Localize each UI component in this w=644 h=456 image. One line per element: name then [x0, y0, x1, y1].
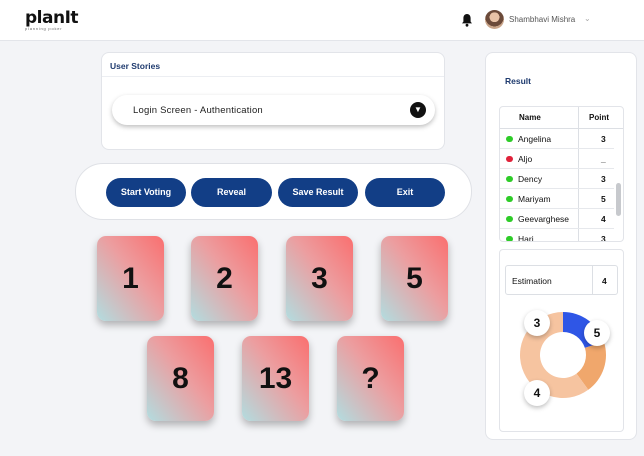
status-dot — [506, 156, 513, 162]
chart-label-3: 3 — [524, 310, 550, 336]
vote-card-1[interactable]: 1 — [97, 236, 164, 321]
status-dot — [506, 216, 513, 222]
table-scrollbar-thumb[interactable] — [616, 183, 621, 216]
reveal-button[interactable]: Reveal — [191, 178, 272, 207]
vote-card-2[interactable]: 2 — [191, 236, 258, 321]
table-row: Dency 3 — [500, 169, 614, 189]
vote-card-13[interactable]: 13 — [242, 336, 309, 421]
status-dot — [506, 236, 513, 241]
user-story-select[interactable]: Login Screen - Authentication ▼ — [112, 95, 435, 125]
column-name-header: Name — [519, 113, 541, 122]
result-panel: Result Name Point Angelina 3 Aljo _ Denc… — [485, 52, 637, 440]
participant-point: 4 — [601, 214, 606, 224]
chart-label-4: 4 — [524, 380, 550, 406]
vote-card-8[interactable]: 8 — [147, 336, 214, 421]
participant-name: Angelina — [518, 134, 552, 144]
participant-point: 3 — [601, 134, 606, 144]
table-row: Angelina 3 — [500, 129, 614, 149]
column-point-header: Point — [589, 113, 609, 122]
table-row: Mariyam 5 — [500, 189, 614, 209]
estimation-box: Estimation 4 3 5 4 — [499, 249, 624, 432]
participant-name: Aljo — [518, 154, 533, 164]
participant-point: 3 — [601, 174, 606, 184]
app-logo[interactable]: planIt planning poker — [25, 8, 79, 31]
table-row: Aljo _ — [500, 149, 614, 169]
action-bar: Start Voting Reveal Save Result Exit — [75, 163, 472, 220]
status-dot — [506, 196, 513, 202]
top-bar: planIt planning poker Shambhavi Mishra ⌄ — [0, 0, 644, 41]
participant-point: _ — [601, 154, 606, 164]
logo-text: planIt — [25, 8, 79, 28]
vote-card-unknown[interactable]: ? — [337, 336, 404, 421]
status-dot — [506, 136, 513, 142]
chevron-down-icon[interactable]: ▼ — [410, 102, 426, 118]
save-result-button[interactable]: Save Result — [278, 178, 358, 207]
divider — [102, 76, 444, 77]
participant-name: Hari — [518, 234, 534, 242]
participant-point: 5 — [601, 194, 606, 204]
status-dot — [506, 176, 513, 182]
vote-card-3[interactable]: 3 — [286, 236, 353, 321]
selected-user-story: Login Screen - Authentication — [133, 105, 263, 116]
user-name[interactable]: Shambhavi Mishra — [509, 15, 575, 24]
chevron-down-icon[interactable]: ⌄ — [584, 14, 591, 23]
exit-button[interactable]: Exit — [365, 178, 445, 207]
participant-name: Dency — [518, 174, 543, 184]
table-row: Hari 3 — [500, 229, 614, 242]
result-table: Name Point Angelina 3 Aljo _ Dency 3 Mar… — [499, 106, 624, 242]
avatar[interactable] — [485, 10, 504, 29]
vote-card-5[interactable]: 5 — [381, 236, 448, 321]
bell-icon[interactable] — [461, 13, 473, 27]
table-row: Geevarghese 4 — [500, 209, 614, 229]
participant-name: Geevarghese — [518, 214, 570, 224]
participant-name: Mariyam — [518, 194, 551, 204]
result-title: Result — [505, 76, 531, 86]
start-voting-button[interactable]: Start Voting — [106, 178, 186, 207]
user-stories-panel: User Stories Login Screen - Authenticati… — [101, 52, 445, 150]
table-header: Name Point — [500, 107, 623, 129]
participant-point: 3 — [601, 234, 606, 242]
chart-label-5: 5 — [584, 320, 610, 346]
user-stories-title: User Stories — [110, 61, 161, 71]
